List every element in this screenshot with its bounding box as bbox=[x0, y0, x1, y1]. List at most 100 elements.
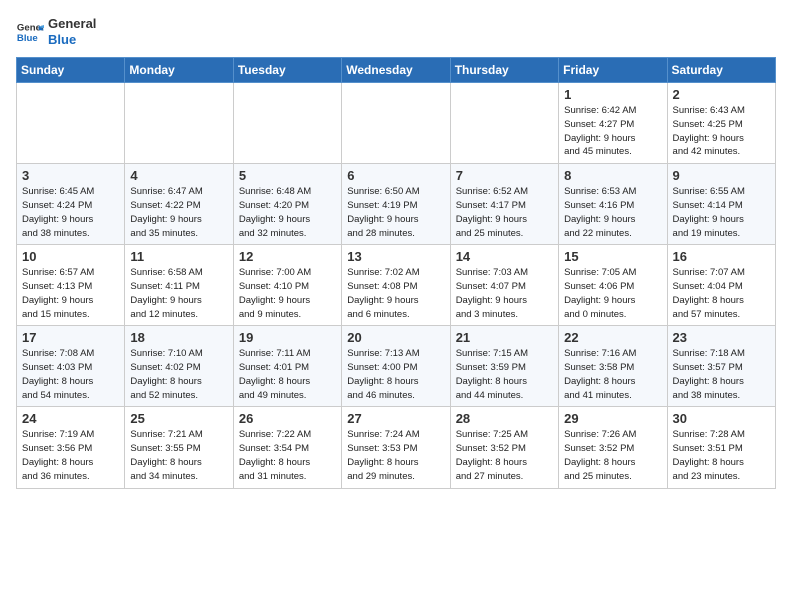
logo-text: General Blue bbox=[48, 16, 96, 47]
calendar-week-row: 24 Sunrise: 7:19 AM Sunset: 3:56 PM Dayli… bbox=[17, 407, 776, 488]
day-info: Sunrise: 6:58 AM Sunset: 4:11 PM Dayligh… bbox=[130, 266, 227, 321]
day-number: 15 bbox=[564, 249, 661, 264]
day-info: Sunrise: 6:55 AM Sunset: 4:14 PM Dayligh… bbox=[673, 185, 770, 240]
calendar-cell: 7 Sunrise: 6:52 AM Sunset: 4:17 PM Daylig… bbox=[450, 164, 558, 245]
weekday-header: Wednesday bbox=[342, 58, 450, 83]
calendar-cell bbox=[233, 83, 341, 164]
calendar-cell: 29Sunrise: 7:26 AM Sunset: 3:52 PM Dayli… bbox=[559, 407, 667, 488]
day-number: 6 bbox=[347, 168, 444, 183]
day-info: Sunrise: 7:07 AM Sunset: 4:04 PM Dayligh… bbox=[673, 266, 770, 321]
day-number: 7 bbox=[456, 168, 553, 183]
day-info: Sunrise: 6:52 AM Sunset: 4:17 PM Dayligh… bbox=[456, 185, 553, 240]
day-number: 4 bbox=[130, 168, 227, 183]
calendar-cell: 25Sunrise: 7:21 AM Sunset: 3:55 PM Dayli… bbox=[125, 407, 233, 488]
calendar-cell: 4 Sunrise: 6:47 AM Sunset: 4:22 PM Daylig… bbox=[125, 164, 233, 245]
weekday-header: Thursday bbox=[450, 58, 558, 83]
day-number: 24 bbox=[22, 411, 119, 426]
day-number: 28 bbox=[456, 411, 553, 426]
weekday-header: Monday bbox=[125, 58, 233, 83]
logo-icon: General Blue bbox=[16, 18, 44, 46]
day-info: Sunrise: 7:26 AM Sunset: 3:52 PM Dayligh… bbox=[564, 428, 661, 483]
day-info: Sunrise: 7:10 AM Sunset: 4:02 PM Dayligh… bbox=[130, 347, 227, 402]
calendar-cell: 21 Sunrise: 7:15 AM Sunset: 3:59 PM Dayli… bbox=[450, 326, 558, 407]
calendar-cell: 26 Sunrise: 7:22 AM Sunset: 3:54 PM Dayli… bbox=[233, 407, 341, 488]
calendar-cell: 1 Sunrise: 6:42 AM Sunset: 4:27 PM Daylig… bbox=[559, 83, 667, 164]
day-number: 22 bbox=[564, 330, 661, 345]
calendar-cell: 22 Sunrise: 7:16 AM Sunset: 3:58 PM Dayli… bbox=[559, 326, 667, 407]
calendar-cell: 14 Sunrise: 7:03 AM Sunset: 4:07 PM Dayli… bbox=[450, 245, 558, 326]
calendar-week-row: 1 Sunrise: 6:42 AM Sunset: 4:27 PM Daylig… bbox=[17, 83, 776, 164]
weekday-header: Sunday bbox=[17, 58, 125, 83]
day-info: Sunrise: 7:18 AM Sunset: 3:57 PM Dayligh… bbox=[673, 347, 770, 402]
calendar-cell bbox=[450, 83, 558, 164]
day-info: Sunrise: 7:02 AM Sunset: 4:08 PM Dayligh… bbox=[347, 266, 444, 321]
calendar-cell: 18 Sunrise: 7:10 AM Sunset: 4:02 PM Dayli… bbox=[125, 326, 233, 407]
day-info: Sunrise: 6:53 AM Sunset: 4:16 PM Dayligh… bbox=[564, 185, 661, 240]
calendar-cell: 9 Sunrise: 6:55 AM Sunset: 4:14 PM Daylig… bbox=[667, 164, 775, 245]
calendar-cell: 16 Sunrise: 7:07 AM Sunset: 4:04 PM Dayli… bbox=[667, 245, 775, 326]
day-info: Sunrise: 7:03 AM Sunset: 4:07 PM Dayligh… bbox=[456, 266, 553, 321]
day-info: Sunrise: 7:16 AM Sunset: 3:58 PM Dayligh… bbox=[564, 347, 661, 402]
day-number: 16 bbox=[673, 249, 770, 264]
day-number: 23 bbox=[673, 330, 770, 345]
day-info: Sunrise: 7:28 AM Sunset: 3:51 PM Dayligh… bbox=[673, 428, 770, 483]
day-info: Sunrise: 7:25 AM Sunset: 3:52 PM Dayligh… bbox=[456, 428, 553, 483]
calendar-cell: 2 Sunrise: 6:43 AM Sunset: 4:25 PM Daylig… bbox=[667, 83, 775, 164]
logo: General Blue General Blue bbox=[16, 16, 96, 47]
weekday-header: Saturday bbox=[667, 58, 775, 83]
calendar-cell: 19 Sunrise: 7:11 AM Sunset: 4:01 PM Dayli… bbox=[233, 326, 341, 407]
day-info: Sunrise: 7:24 AM Sunset: 3:53 PM Dayligh… bbox=[347, 428, 444, 483]
day-number: 3 bbox=[22, 168, 119, 183]
calendar-cell: 24 Sunrise: 7:19 AM Sunset: 3:56 PM Dayli… bbox=[17, 407, 125, 488]
day-info: Sunrise: 6:43 AM Sunset: 4:25 PM Dayligh… bbox=[673, 104, 770, 159]
page-header: General Blue General Blue bbox=[16, 16, 776, 47]
day-info: Sunrise: 6:48 AM Sunset: 4:20 PM Dayligh… bbox=[239, 185, 336, 240]
day-number: 12 bbox=[239, 249, 336, 264]
day-number: 21 bbox=[456, 330, 553, 345]
calendar-cell: 30Sunrise: 7:28 AM Sunset: 3:51 PM Dayli… bbox=[667, 407, 775, 488]
day-number: 5 bbox=[239, 168, 336, 183]
calendar-cell: 11Sunrise: 6:58 AM Sunset: 4:11 PM Dayli… bbox=[125, 245, 233, 326]
day-info: Sunrise: 6:42 AM Sunset: 4:27 PM Dayligh… bbox=[564, 104, 661, 159]
calendar-week-row: 17 Sunrise: 7:08 AM Sunset: 4:03 PM Dayli… bbox=[17, 326, 776, 407]
day-info: Sunrise: 6:45 AM Sunset: 4:24 PM Dayligh… bbox=[22, 185, 119, 240]
day-info: Sunrise: 6:50 AM Sunset: 4:19 PM Dayligh… bbox=[347, 185, 444, 240]
day-number: 27 bbox=[347, 411, 444, 426]
day-number: 1 bbox=[564, 87, 661, 102]
day-number: 2 bbox=[673, 87, 770, 102]
day-info: Sunrise: 6:47 AM Sunset: 4:22 PM Dayligh… bbox=[130, 185, 227, 240]
calendar-cell: 20 Sunrise: 7:13 AM Sunset: 4:00 PM Dayli… bbox=[342, 326, 450, 407]
day-info: Sunrise: 7:15 AM Sunset: 3:59 PM Dayligh… bbox=[456, 347, 553, 402]
calendar-cell: 6 Sunrise: 6:50 AM Sunset: 4:19 PM Daylig… bbox=[342, 164, 450, 245]
weekday-header: Tuesday bbox=[233, 58, 341, 83]
day-info: Sunrise: 7:19 AM Sunset: 3:56 PM Dayligh… bbox=[22, 428, 119, 483]
calendar-cell: 15 Sunrise: 7:05 AM Sunset: 4:06 PM Dayli… bbox=[559, 245, 667, 326]
calendar-cell: 8Sunrise: 6:53 AM Sunset: 4:16 PM Daylig… bbox=[559, 164, 667, 245]
day-info: Sunrise: 7:21 AM Sunset: 3:55 PM Dayligh… bbox=[130, 428, 227, 483]
day-number: 14 bbox=[456, 249, 553, 264]
weekday-header: Friday bbox=[559, 58, 667, 83]
day-number: 19 bbox=[239, 330, 336, 345]
calendar-table: SundayMondayTuesdayWednesdayThursdayFrid… bbox=[16, 57, 776, 488]
calendar-cell: 5 Sunrise: 6:48 AM Sunset: 4:20 PM Daylig… bbox=[233, 164, 341, 245]
day-number: 13 bbox=[347, 249, 444, 264]
day-number: 26 bbox=[239, 411, 336, 426]
svg-text:Blue: Blue bbox=[17, 32, 38, 43]
day-number: 18 bbox=[130, 330, 227, 345]
day-info: Sunrise: 7:05 AM Sunset: 4:06 PM Dayligh… bbox=[564, 266, 661, 321]
day-number: 20 bbox=[347, 330, 444, 345]
day-number: 9 bbox=[673, 168, 770, 183]
calendar-cell: 3 Sunrise: 6:45 AM Sunset: 4:24 PM Daylig… bbox=[17, 164, 125, 245]
day-info: Sunrise: 7:11 AM Sunset: 4:01 PM Dayligh… bbox=[239, 347, 336, 402]
day-number: 17 bbox=[22, 330, 119, 345]
calendar-week-row: 10 Sunrise: 6:57 AM Sunset: 4:13 PM Dayli… bbox=[17, 245, 776, 326]
day-info: Sunrise: 7:08 AM Sunset: 4:03 PM Dayligh… bbox=[22, 347, 119, 402]
calendar-week-row: 3 Sunrise: 6:45 AM Sunset: 4:24 PM Daylig… bbox=[17, 164, 776, 245]
calendar-cell: 23 Sunrise: 7:18 AM Sunset: 3:57 PM Dayli… bbox=[667, 326, 775, 407]
day-info: Sunrise: 7:22 AM Sunset: 3:54 PM Dayligh… bbox=[239, 428, 336, 483]
day-info: Sunrise: 6:57 AM Sunset: 4:13 PM Dayligh… bbox=[22, 266, 119, 321]
page-container: General Blue General Blue SundayMondayTu… bbox=[0, 0, 792, 497]
calendar-body: 1 Sunrise: 6:42 AM Sunset: 4:27 PM Daylig… bbox=[17, 83, 776, 488]
day-number: 10 bbox=[22, 249, 119, 264]
day-info: Sunrise: 7:13 AM Sunset: 4:00 PM Dayligh… bbox=[347, 347, 444, 402]
